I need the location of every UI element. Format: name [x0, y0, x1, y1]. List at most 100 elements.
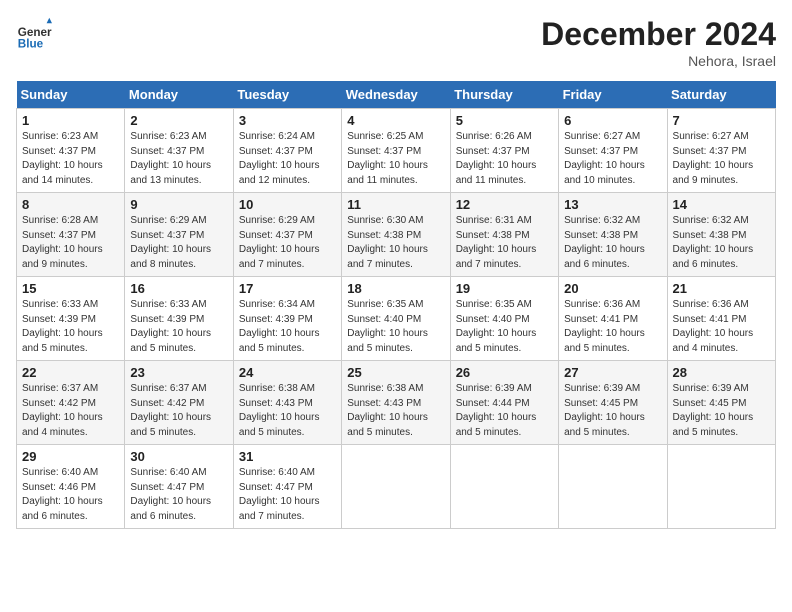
day-number: 25: [347, 365, 444, 380]
day-info: Sunrise: 6:29 AMSunset: 4:37 PMDaylight:…: [239, 214, 336, 272]
calendar-cell: 20 Sunrise: 6:36 AMSunset: 4:41 PMDayligh…: [559, 277, 667, 361]
day-number: 17: [239, 281, 336, 296]
weekday-header-tuesday: Tuesday: [233, 81, 341, 109]
day-number: 26: [456, 365, 553, 380]
day-info: Sunrise: 6:39 AMSunset: 4:45 PMDaylight:…: [564, 382, 661, 440]
day-info: Sunrise: 6:28 AMSunset: 4:37 PMDaylight:…: [22, 214, 119, 272]
weekday-header-monday: Monday: [125, 81, 233, 109]
calendar-cell: 10 Sunrise: 6:29 AMSunset: 4:37 PMDayligh…: [233, 193, 341, 277]
day-number: 22: [22, 365, 119, 380]
day-info: Sunrise: 6:40 AMSunset: 4:46 PMDaylight:…: [22, 466, 119, 524]
day-number: 29: [22, 449, 119, 464]
calendar-cell: 6Sunrise: 6:27 AMSunset: 4:37 PMDaylight…: [559, 109, 667, 193]
calendar-cell: 19 Sunrise: 6:35 AMSunset: 4:40 PMDayligh…: [450, 277, 558, 361]
day-number: 11: [347, 197, 444, 212]
day-info: Sunrise: 6:37 AMSunset: 4:42 PMDaylight:…: [22, 382, 119, 440]
calendar-cell: 18 Sunrise: 6:35 AMSunset: 4:40 PMDayligh…: [342, 277, 450, 361]
calendar-cell: 3 Sunrise: 6:24 AMSunset: 4:37 PMDaylight…: [233, 109, 341, 193]
weekday-header-thursday: Thursday: [450, 81, 558, 109]
calendar-cell: 4 Sunrise: 6:25 AMSunset: 4:37 PMDaylight…: [342, 109, 450, 193]
day-number: 28: [673, 365, 770, 380]
day-info: Sunrise: 6:40 AMSunset: 4:47 PMDaylight:…: [239, 466, 336, 524]
day-number: 18: [347, 281, 444, 296]
day-info: Sunrise: 6:40 AMSunset: 4:47 PMDaylight:…: [130, 466, 227, 524]
logo: General Blue: [16, 16, 56, 52]
calendar-cell: 15Sunrise: 6:33 AMSunset: 4:39 PMDayligh…: [17, 277, 125, 361]
day-number: 6: [564, 113, 661, 128]
calendar-cell: 17Sunrise: 6:34 AMSunset: 4:39 PMDayligh…: [233, 277, 341, 361]
calendar-cell: 7Sunrise: 6:27 AMSunset: 4:37 PMDaylight…: [667, 109, 775, 193]
day-info: Sunrise: 6:32 AMSunset: 4:38 PMDaylight:…: [564, 214, 661, 272]
day-number: 4: [347, 113, 444, 128]
calendar-cell: 12 Sunrise: 6:31 AMSunset: 4:38 PMDayligh…: [450, 193, 558, 277]
day-info: Sunrise: 6:33 AMSunset: 4:39 PMDaylight:…: [130, 298, 227, 356]
calendar-cell: [342, 445, 450, 529]
day-info: Sunrise: 6:24 AMSunset: 4:37 PMDaylight:…: [239, 130, 336, 188]
calendar-cell: 11 Sunrise: 6:30 AMSunset: 4:38 PMDayligh…: [342, 193, 450, 277]
day-number: 7: [673, 113, 770, 128]
calendar-cell: 23 Sunrise: 6:37 AMSunset: 4:42 PMDayligh…: [125, 361, 233, 445]
title-block: December 2024 Nehora, Israel: [541, 16, 776, 69]
day-info: Sunrise: 6:35 AMSunset: 4:40 PMDaylight:…: [456, 298, 553, 356]
day-info: Sunrise: 6:39 AMSunset: 4:44 PMDaylight:…: [456, 382, 553, 440]
calendar-cell: [667, 445, 775, 529]
calendar-cell: 2 Sunrise: 6:23 AMSunset: 4:37 PMDaylight…: [125, 109, 233, 193]
day-number: 1: [22, 113, 119, 128]
calendar-cell: 16 Sunrise: 6:33 AMSunset: 4:39 PMDayligh…: [125, 277, 233, 361]
day-number: 16: [130, 281, 227, 296]
day-number: 13: [564, 197, 661, 212]
calendar-cell: 27 Sunrise: 6:39 AMSunset: 4:45 PMDayligh…: [559, 361, 667, 445]
day-info: Sunrise: 6:38 AMSunset: 4:43 PMDaylight:…: [239, 382, 336, 440]
calendar-cell: [559, 445, 667, 529]
day-number: 9: [130, 197, 227, 212]
day-number: 3: [239, 113, 336, 128]
day-number: 2: [130, 113, 227, 128]
page-header: General Blue December 2024 Nehora, Israe…: [16, 16, 776, 69]
weekday-header-saturday: Saturday: [667, 81, 775, 109]
day-number: 19: [456, 281, 553, 296]
day-info: Sunrise: 6:33 AMSunset: 4:39 PMDaylight:…: [22, 298, 119, 356]
calendar-cell: 30 Sunrise: 6:40 AMSunset: 4:47 PMDayligh…: [125, 445, 233, 529]
day-number: 14: [673, 197, 770, 212]
calendar-cell: 14Sunrise: 6:32 AMSunset: 4:38 PMDayligh…: [667, 193, 775, 277]
calendar-cell: 8 Sunrise: 6:28 AMSunset: 4:37 PMDaylight…: [17, 193, 125, 277]
calendar-cell: [450, 445, 558, 529]
day-info: Sunrise: 6:26 AMSunset: 4:37 PMDaylight:…: [456, 130, 553, 188]
calendar-cell: 29 Sunrise: 6:40 AMSunset: 4:46 PMDayligh…: [17, 445, 125, 529]
day-number: 24: [239, 365, 336, 380]
weekday-header-friday: Friday: [559, 81, 667, 109]
day-number: 30: [130, 449, 227, 464]
day-number: 5: [456, 113, 553, 128]
weekday-header-wednesday: Wednesday: [342, 81, 450, 109]
day-info: Sunrise: 6:23 AMSunset: 4:37 PMDaylight:…: [130, 130, 227, 188]
calendar-cell: 26 Sunrise: 6:39 AMSunset: 4:44 PMDayligh…: [450, 361, 558, 445]
day-number: 23: [130, 365, 227, 380]
month-year: December 2024: [541, 16, 776, 53]
day-info: Sunrise: 6:39 AMSunset: 4:45 PMDaylight:…: [673, 382, 770, 440]
day-number: 21: [673, 281, 770, 296]
calendar-cell: 21Sunrise: 6:36 AMSunset: 4:41 PMDayligh…: [667, 277, 775, 361]
location: Nehora, Israel: [541, 53, 776, 69]
calendar-cell: 13 Sunrise: 6:32 AMSunset: 4:38 PMDayligh…: [559, 193, 667, 277]
svg-text:Blue: Blue: [18, 38, 44, 51]
day-info: Sunrise: 6:36 AMSunset: 4:41 PMDaylight:…: [564, 298, 661, 356]
day-info: Sunrise: 6:25 AMSunset: 4:37 PMDaylight:…: [347, 130, 444, 188]
day-info: Sunrise: 6:35 AMSunset: 4:40 PMDaylight:…: [347, 298, 444, 356]
day-info: Sunrise: 6:37 AMSunset: 4:42 PMDaylight:…: [130, 382, 227, 440]
day-info: Sunrise: 6:31 AMSunset: 4:38 PMDaylight:…: [456, 214, 553, 272]
day-info: Sunrise: 6:23 AMSunset: 4:37 PMDaylight:…: [22, 130, 119, 188]
day-info: Sunrise: 6:38 AMSunset: 4:43 PMDaylight:…: [347, 382, 444, 440]
calendar-cell: 24 Sunrise: 6:38 AMSunset: 4:43 PMDayligh…: [233, 361, 341, 445]
weekday-header-sunday: Sunday: [17, 81, 125, 109]
calendar-cell: 1 Sunrise: 6:23 AMSunset: 4:37 PMDaylight…: [17, 109, 125, 193]
day-number: 27: [564, 365, 661, 380]
logo-icon: General Blue: [16, 16, 52, 52]
calendar-cell: 31Sunrise: 6:40 AMSunset: 4:47 PMDayligh…: [233, 445, 341, 529]
day-number: 8: [22, 197, 119, 212]
day-number: 20: [564, 281, 661, 296]
day-number: 10: [239, 197, 336, 212]
calendar-cell: 22 Sunrise: 6:37 AMSunset: 4:42 PMDayligh…: [17, 361, 125, 445]
day-number: 12: [456, 197, 553, 212]
calendar-cell: 28 Sunrise: 6:39 AMSunset: 4:45 PMDayligh…: [667, 361, 775, 445]
day-info: Sunrise: 6:30 AMSunset: 4:38 PMDaylight:…: [347, 214, 444, 272]
